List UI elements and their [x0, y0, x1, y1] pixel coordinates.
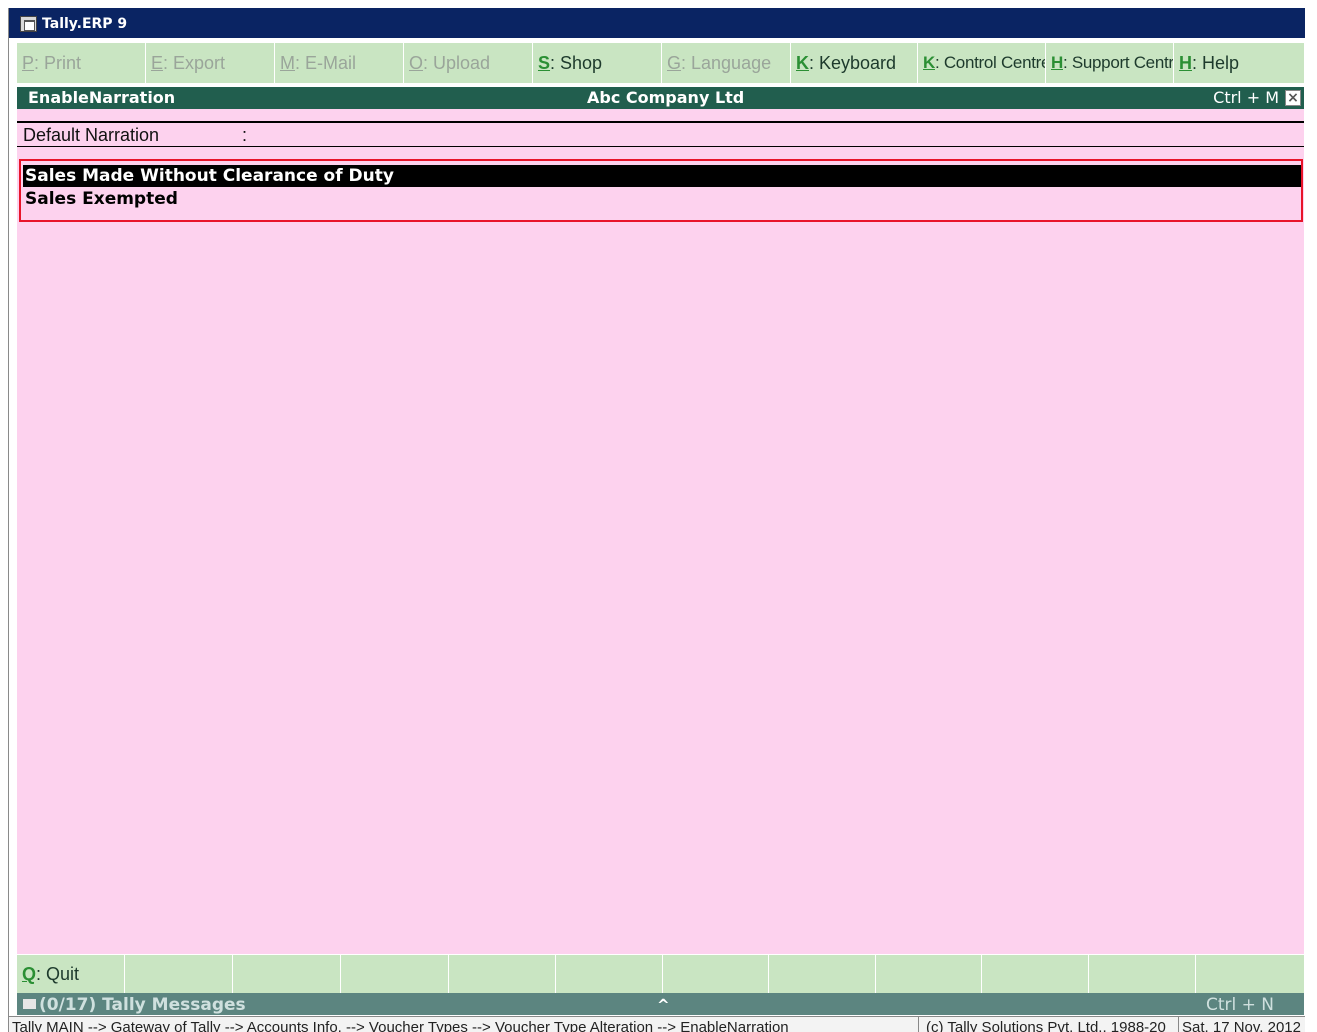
empty-button-slot [556, 955, 663, 993]
control-centre-button-label: : Control Centre [934, 53, 1046, 72]
shop-button-label: : Shop [550, 53, 603, 73]
print-shortcut-key: P [22, 53, 35, 73]
tally-window: Tally.ERP 9 P: Print E: Export M: E-Mail… [8, 8, 1305, 1032]
shop-shortcut-key: S [538, 53, 551, 73]
keyboard-shortcut-key: K [796, 53, 809, 73]
shop-button[interactable]: S: Shop [533, 43, 662, 83]
language-shortcut-key: G [667, 53, 682, 73]
copyright-text: (c) Tally Solutions Pvt. Ltd., 1988-20 [923, 1017, 1179, 1032]
email-shortcut-key: M [280, 53, 295, 73]
empty-button-slot [233, 955, 341, 993]
support-centre-button[interactable]: H: Support Centre [1046, 43, 1174, 83]
navigation-path: Tally MAIN --> Gateway of Tally --> Acco… [9, 1017, 919, 1032]
print-button-label: : Print [34, 53, 82, 73]
narration-list: Sales Made Without Clearance of Duty Sal… [19, 159, 1303, 222]
print-button[interactable]: P: Print [17, 43, 146, 83]
default-narration-field[interactable]: Default Narration : [17, 121, 1304, 147]
control-centre-shortcut-key: K [923, 53, 935, 72]
empty-button-slot [663, 955, 769, 993]
screen-name: EnableNarration [28, 88, 176, 107]
messages-shortcut: Ctrl + N [1205, 995, 1274, 1015]
empty-button-slot [449, 955, 556, 993]
empty-button-slot [769, 955, 876, 993]
tally-app-icon [20, 16, 37, 32]
empty-button-slot [876, 955, 982, 993]
keyboard-button-label: : Keyboard [809, 53, 897, 73]
empty-button-slot [125, 955, 233, 993]
empty-button-slot [1089, 955, 1196, 993]
field-separator: : [242, 125, 248, 145]
default-narration-label: Default Narration [23, 125, 160, 145]
quit-button-label: : Quit [36, 964, 80, 984]
email-button-label: : E-Mail [295, 53, 357, 73]
upload-button[interactable]: O: Upload [404, 43, 533, 83]
control-centre-button[interactable]: K: Control Centre [918, 43, 1046, 83]
language-button-label: : Language [681, 53, 772, 73]
tally-messages-bar[interactable]: (0/17) Tally Messages ^ Ctrl + N [17, 993, 1304, 1015]
expand-caret-icon[interactable]: ^ [657, 993, 670, 1015]
top-button-bar: P: Print E: Export M: E-Mail O: Upload S… [17, 43, 1304, 83]
export-shortcut-key: E [151, 53, 164, 73]
export-button-label: : Export [163, 53, 226, 73]
empty-button-slot [341, 955, 449, 993]
main-panel: Default Narration : Sales Made Without C… [17, 109, 1304, 954]
screen-header: EnableNarration Abc Company Ltd Ctrl + M… [17, 87, 1304, 109]
support-centre-button-label: : Support Centre [1062, 53, 1174, 72]
email-button[interactable]: M: E-Mail [275, 43, 404, 83]
support-centre-shortcut-key: H [1051, 53, 1063, 72]
bottom-button-bar: Q: Quit [17, 955, 1304, 993]
language-button[interactable]: G: Language [662, 43, 791, 83]
envelope-icon [23, 999, 36, 1009]
empty-button-slot [1196, 955, 1304, 993]
upload-shortcut-key: O [409, 53, 424, 73]
quit-shortcut-key: Q [22, 964, 37, 984]
window-title: Tally.ERP 9 [42, 16, 128, 32]
help-button-label: : Help [1192, 53, 1240, 73]
quit-button[interactable]: Q: Quit [17, 955, 125, 993]
current-date: Sat, 17 Nov, 2012 [1182, 1019, 1301, 1032]
help-shortcut-key: H [1179, 53, 1192, 73]
status-bar: Tally MAIN --> Gateway of Tally --> Acco… [9, 1016, 1305, 1032]
export-button[interactable]: E: Export [146, 43, 275, 83]
help-button[interactable]: H: Help [1174, 43, 1304, 83]
list-item-selected[interactable]: Sales Made Without Clearance of Duty [23, 165, 1301, 187]
company-name: Abc Company Ltd [587, 88, 745, 107]
list-item[interactable]: Sales Exempted [23, 188, 1301, 210]
header-shortcut: Ctrl + M [1213, 88, 1279, 107]
messages-count: (0/17) Tally Messages [39, 995, 246, 1015]
empty-button-slot [982, 955, 1089, 993]
close-icon[interactable]: × [1285, 90, 1301, 106]
keyboard-button[interactable]: K: Keyboard [791, 43, 918, 83]
title-bar: Tally.ERP 9 [9, 8, 1305, 38]
upload-button-label: : Upload [423, 53, 491, 73]
